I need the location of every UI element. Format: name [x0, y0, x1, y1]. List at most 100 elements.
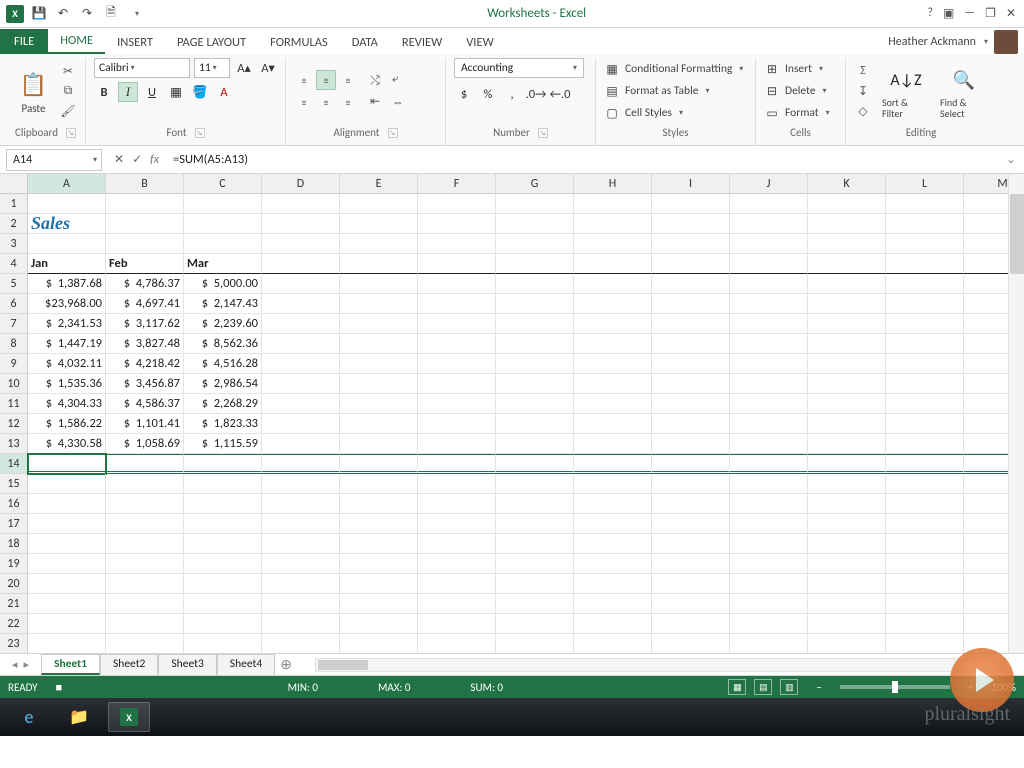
maximize-icon[interactable]: ❐ [985, 6, 996, 21]
name-box[interactable]: A14▾ [6, 149, 102, 171]
cell[interactable] [808, 194, 886, 214]
cell[interactable]: $ 3,117.62 [106, 314, 184, 334]
cell[interactable]: $ 2,268.29 [184, 394, 262, 414]
cell[interactable] [496, 294, 574, 314]
tab-file[interactable]: FILE [0, 29, 48, 54]
cell[interactable] [808, 414, 886, 434]
row-header[interactable]: 13 [0, 434, 28, 454]
macro-record-icon[interactable]: ■ [56, 681, 63, 694]
cell[interactable]: $ 2,147.43 [184, 294, 262, 314]
cell[interactable] [652, 534, 730, 554]
decrease-decimal-icon[interactable]: ←.0 [550, 84, 570, 104]
format-as-table-button[interactable]: ▤Format as Table▾ [604, 81, 743, 101]
cell[interactable] [652, 474, 730, 494]
cell[interactable] [418, 374, 496, 394]
align-left-icon[interactable]: ≡ [294, 92, 314, 112]
cell[interactable] [574, 474, 652, 494]
cell[interactable] [340, 354, 418, 374]
cell[interactable] [340, 194, 418, 214]
cell[interactable] [730, 454, 808, 474]
row-header[interactable]: 18 [0, 534, 28, 554]
cell[interactable] [730, 374, 808, 394]
align-bottom-icon[interactable]: ≡ [338, 70, 358, 90]
cell[interactable] [730, 234, 808, 254]
cell[interactable] [418, 214, 496, 234]
cell[interactable] [184, 214, 262, 234]
cell[interactable] [886, 574, 964, 594]
cell[interactable] [28, 234, 106, 254]
tab-data[interactable]: DATA [340, 31, 390, 54]
merge-center-button[interactable]: ⇔ [392, 93, 404, 113]
copy-icon[interactable]: ⧉ [59, 83, 77, 99]
font-name-select[interactable]: Calibri▾ [94, 58, 190, 78]
page-break-view-icon[interactable]: ▥ [780, 679, 798, 695]
cell[interactable] [184, 234, 262, 254]
cell[interactable]: $ 4,032.11 [28, 354, 106, 374]
cell[interactable] [340, 454, 418, 474]
cell[interactable] [808, 394, 886, 414]
cell[interactable] [808, 334, 886, 354]
cell[interactable] [886, 254, 964, 274]
row-header[interactable]: 19 [0, 554, 28, 574]
cell[interactable] [730, 294, 808, 314]
cell[interactable] [262, 434, 340, 454]
cell[interactable] [106, 474, 184, 494]
cell[interactable] [340, 394, 418, 414]
launcher-icon[interactable]: ↘ [388, 128, 398, 138]
number-format-select[interactable]: Accounting▾ [454, 58, 584, 78]
cell[interactable] [496, 414, 574, 434]
cell[interactable] [730, 594, 808, 614]
column-header[interactable]: A [28, 174, 106, 194]
launcher-icon[interactable]: ↘ [195, 128, 205, 138]
align-top-icon[interactable]: ≡ [294, 70, 314, 90]
align-middle-icon[interactable]: ≡ [316, 70, 336, 90]
row-header[interactable]: 5 [0, 274, 28, 294]
cell[interactable]: $ 4,218.42 [106, 354, 184, 374]
cell[interactable] [808, 594, 886, 614]
help-icon[interactable]: ? [927, 6, 933, 21]
cell[interactable] [808, 314, 886, 334]
cell[interactable] [730, 494, 808, 514]
cell[interactable] [886, 234, 964, 254]
column-header[interactable]: E [340, 174, 418, 194]
column-header[interactable]: K [808, 174, 886, 194]
sheet-tab-4[interactable]: Sheet4 [217, 654, 275, 675]
cell[interactable] [574, 494, 652, 514]
cell[interactable] [262, 354, 340, 374]
cell[interactable] [730, 554, 808, 574]
enter-formula-icon[interactable]: ✓ [132, 152, 142, 167]
row-header[interactable]: 7 [0, 314, 28, 334]
cell[interactable] [496, 434, 574, 454]
row-header[interactable]: 14 [0, 454, 28, 474]
cell[interactable] [106, 554, 184, 574]
cell[interactable] [886, 494, 964, 514]
cell[interactable] [340, 254, 418, 274]
decrease-font-icon[interactable]: A▾ [258, 58, 278, 78]
cell[interactable] [340, 414, 418, 434]
cell[interactable] [886, 374, 964, 394]
cell[interactable] [340, 614, 418, 634]
cell[interactable] [106, 194, 184, 214]
new-doc-icon[interactable]: 🗎 [102, 5, 120, 23]
column-header[interactable]: G [496, 174, 574, 194]
percent-icon[interactable]: % [478, 84, 498, 104]
minimize-icon[interactable]: — [964, 6, 975, 21]
cell[interactable] [496, 354, 574, 374]
cell[interactable] [262, 214, 340, 234]
cell[interactable] [730, 354, 808, 374]
cell[interactable] [730, 194, 808, 214]
cell[interactable] [652, 514, 730, 534]
cell[interactable] [886, 514, 964, 534]
cell[interactable] [496, 514, 574, 534]
cell[interactable] [184, 614, 262, 634]
column-header[interactable]: F [418, 174, 496, 194]
cell[interactable] [262, 634, 340, 654]
row-header[interactable]: 17 [0, 514, 28, 534]
cell[interactable]: $ 1,115.59 [184, 434, 262, 454]
tab-home[interactable]: HOME [48, 29, 105, 54]
cell[interactable] [418, 294, 496, 314]
cell[interactable] [652, 294, 730, 314]
cell[interactable] [652, 334, 730, 354]
cell[interactable] [574, 234, 652, 254]
cell[interactable] [574, 294, 652, 314]
